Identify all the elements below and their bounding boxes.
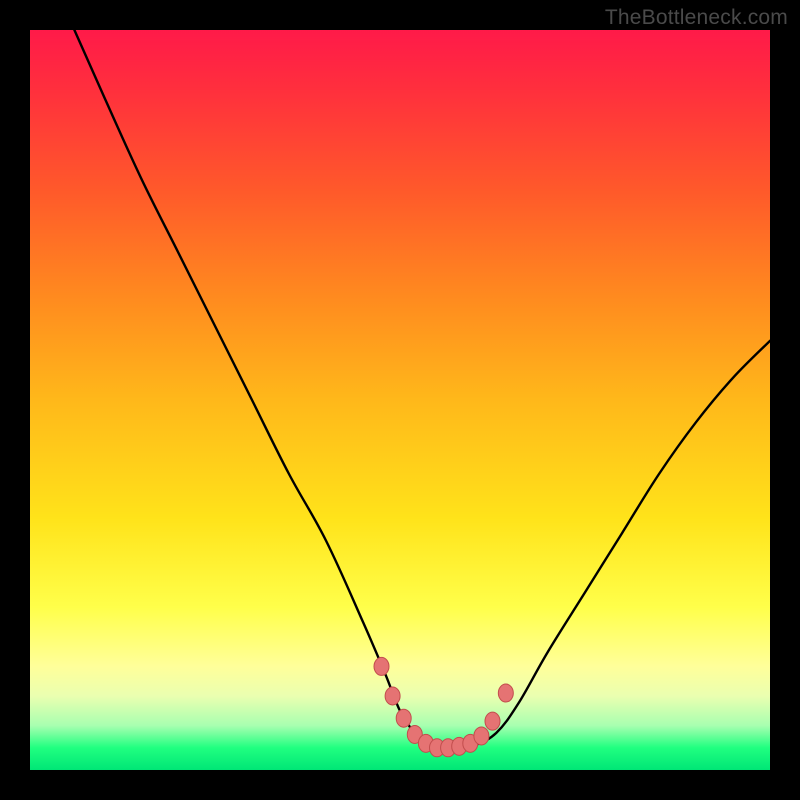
- watermark-text: TheBottleneck.com: [605, 6, 788, 30]
- curve-marker: [498, 684, 513, 702]
- plot-area: [30, 30, 770, 770]
- curve-marker: [385, 687, 400, 705]
- chart-frame: TheBottleneck.com: [0, 0, 800, 800]
- curve-layer: [30, 30, 770, 770]
- marker-group: [374, 657, 513, 756]
- curve-marker: [396, 709, 411, 727]
- curve-marker: [474, 727, 489, 745]
- bottleneck-curve: [74, 30, 770, 748]
- curve-marker: [374, 657, 389, 675]
- curve-marker: [485, 712, 500, 730]
